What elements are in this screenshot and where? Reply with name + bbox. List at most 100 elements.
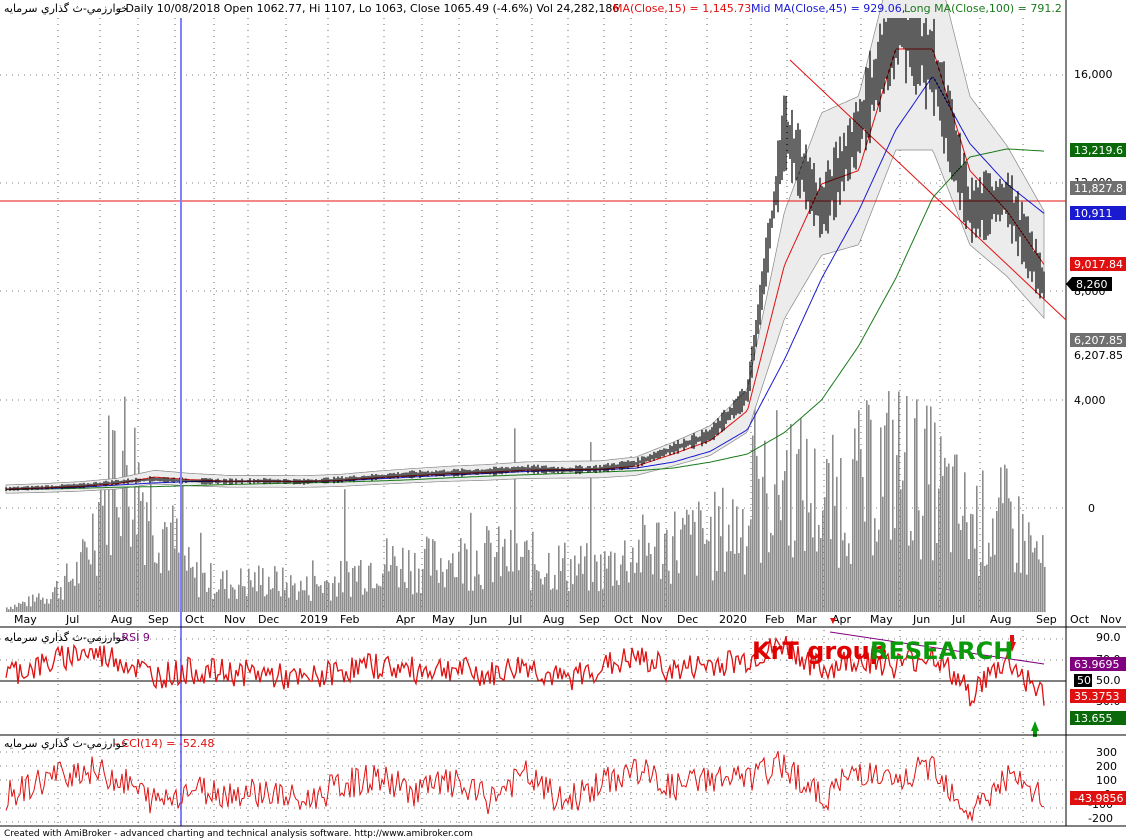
volume-bar: [936, 543, 938, 612]
volume-bar: [940, 436, 942, 612]
volume-bar: [430, 575, 432, 612]
volume-bar: [920, 559, 922, 612]
volume-bar: [904, 452, 906, 612]
volume-bar: [116, 507, 118, 612]
volume-bar: [884, 425, 886, 612]
volume-bar: [22, 601, 24, 612]
volume-bar: [742, 509, 744, 612]
volume-bar: [614, 552, 616, 612]
volume-bar: [308, 595, 310, 612]
volume-bar: [414, 552, 416, 612]
x-tick-label: Mar: [796, 613, 817, 626]
volume-bar: [748, 525, 750, 612]
volume-bar: [470, 512, 472, 612]
volume-bar: [238, 584, 240, 612]
volume-bar: [318, 586, 320, 612]
volume-bar: [156, 563, 158, 612]
volume-bar: [150, 471, 152, 612]
volume-bar: [270, 589, 272, 612]
signal-arrows: [830, 618, 1039, 737]
x-tick-label: Oct: [1070, 613, 1090, 626]
volume-bar: [1028, 522, 1030, 612]
volume-bar: [556, 589, 558, 612]
volume-bar: [944, 457, 946, 612]
volume-bar: [32, 594, 34, 612]
x-tick-label: Dec: [258, 613, 279, 626]
volume-bar: [872, 555, 874, 612]
volume-bar: [314, 575, 316, 612]
volume-bar: [578, 563, 580, 612]
volume-bar: [236, 598, 238, 612]
volume-bar: [328, 582, 330, 612]
volume-bar: [672, 536, 674, 612]
volume-bar: [44, 603, 46, 612]
volume-bar: [510, 530, 512, 612]
volume-bar: [546, 573, 548, 612]
volume-bar: [190, 567, 192, 612]
volume-bar: [392, 546, 394, 612]
rsi-title-symbol: خوارزمي-ث گذاري سرمايه: [4, 631, 128, 644]
label-ma100: 13,219.6: [1074, 144, 1123, 157]
volume-bar: [926, 405, 928, 612]
volume-bar: [890, 539, 892, 612]
volume-bar: [432, 539, 434, 612]
volume-bar: [158, 552, 160, 612]
volume-bar: [194, 577, 196, 612]
volume-bar: [788, 545, 790, 612]
volume-bar: [874, 518, 876, 612]
volume-bar: [722, 487, 724, 612]
volume-bar: [1008, 498, 1010, 612]
volume-bar: [460, 538, 462, 612]
cci-title: - CCI(14) = -52.48: [114, 737, 214, 750]
volume-bar: [894, 528, 896, 612]
volume-bar: [950, 552, 952, 612]
volume-bar: [346, 561, 348, 612]
volume-bar: [682, 517, 684, 612]
label-close: 8,260: [1076, 278, 1108, 291]
volume-bar: [312, 560, 314, 612]
volume-bar: [646, 555, 648, 612]
rsi-label-value: 35.3753: [1074, 690, 1120, 703]
volume-bar: [868, 404, 870, 612]
volume-bar: [448, 560, 450, 612]
volume-bar: [846, 556, 848, 612]
x-tick-label: Aug: [990, 613, 1011, 626]
volume-bar: [802, 500, 804, 612]
volume-bar: [374, 588, 376, 612]
volume-bar: [1044, 566, 1046, 612]
volume-bar: [598, 591, 600, 612]
volume-bar: [508, 571, 510, 612]
x-tick-label: Feb: [765, 613, 784, 626]
volume-bar: [584, 556, 586, 612]
volume-bar: [854, 428, 856, 612]
volume-bar: [70, 580, 72, 612]
volume-bar: [536, 570, 538, 612]
volume-bar: [930, 406, 932, 612]
volume-bar: [48, 603, 50, 612]
volume-bar: [604, 551, 606, 612]
volume-bar: [82, 539, 84, 612]
x-tick-label: Jul: [951, 613, 965, 626]
price-tick-4000: 4,000: [1074, 394, 1106, 407]
volume-bar: [744, 574, 746, 612]
volume-bar: [462, 583, 464, 612]
volume-bar: [620, 564, 622, 612]
volume-bar: [234, 589, 236, 612]
volume-bar: [726, 551, 728, 612]
volume-bar: [512, 571, 514, 612]
header-ma100: Long MA(Close,100) = 791.2: [904, 2, 1062, 15]
volume-bar: [64, 575, 66, 612]
price-tick-0: 0: [1088, 502, 1095, 515]
volume-bar: [324, 581, 326, 612]
volume-bar: [1030, 535, 1032, 612]
volume-bar: [526, 540, 528, 612]
volume-bar: [6, 607, 8, 612]
volume-bar: [26, 606, 28, 612]
volume-bar: [342, 592, 344, 612]
volume-bar: [882, 496, 884, 612]
volume-bar: [532, 531, 534, 612]
volume-bar: [354, 566, 356, 612]
volume-bar: [838, 567, 840, 612]
cci-label: -43.9856: [1074, 792, 1123, 805]
volume-bar: [202, 572, 204, 612]
